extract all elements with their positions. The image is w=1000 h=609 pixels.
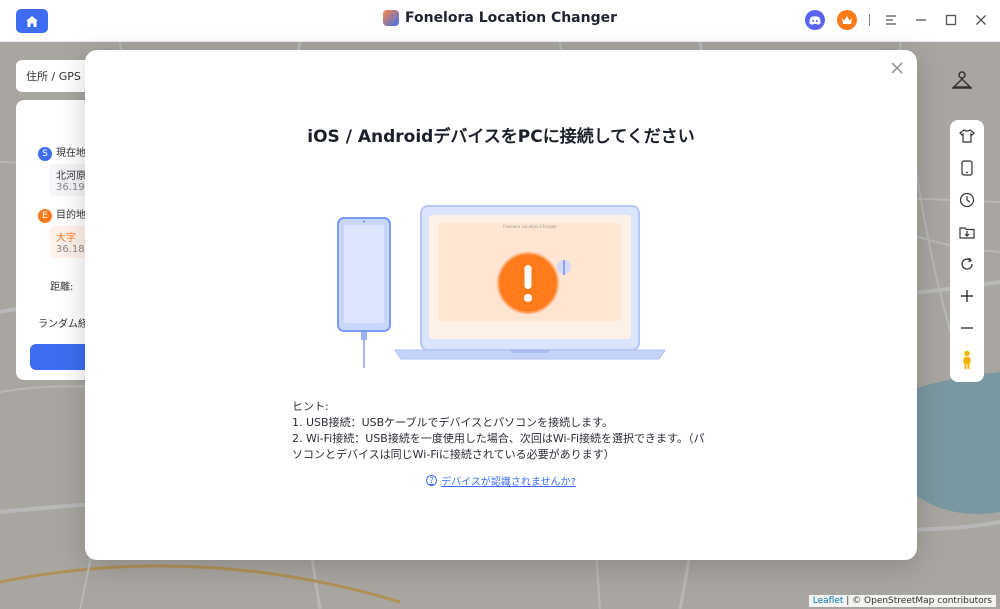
right-toolbar bbox=[950, 120, 984, 382]
title-bar-controls bbox=[805, 10, 990, 30]
import-icon[interactable] bbox=[957, 222, 977, 242]
title-bar: Fonelora Location Changer bbox=[0, 0, 1000, 42]
phone-illustration bbox=[337, 217, 391, 368]
discord-icon[interactable] bbox=[805, 10, 825, 30]
distance-label: 距離: bbox=[50, 282, 74, 293]
connect-device-modal: iOS / AndroidデバイスをPCに接続してください Fonelora L… bbox=[85, 50, 917, 560]
modal-title: iOS / AndroidデバイスをPCに接続してください bbox=[307, 127, 695, 147]
hint-usb: 1. USB接続：USBケーブルでデバイスとパソコンを接続します。 bbox=[292, 416, 614, 429]
maximize-icon[interactable] bbox=[942, 11, 960, 29]
minimize-icon[interactable] bbox=[912, 11, 930, 29]
device-icon[interactable] bbox=[957, 158, 977, 178]
leaflet-link[interactable]: Leaflet bbox=[813, 596, 844, 606]
close-window-icon[interactable] bbox=[972, 11, 990, 29]
history-icon[interactable] bbox=[957, 190, 977, 210]
app-title-text: Fonelora Location Changer bbox=[404, 10, 618, 26]
end-badge: E bbox=[38, 209, 52, 223]
title-bar-divider bbox=[869, 14, 870, 26]
map-attribution: Leaflet | © OpenStreetMap contributors bbox=[808, 595, 996, 607]
start-badge: S bbox=[38, 147, 52, 161]
connection-illustration: Fonelora Location Changer bbox=[337, 205, 666, 368]
dest-place: 大字 bbox=[56, 233, 76, 244]
search-placeholder: 住所 / GPS bbox=[26, 70, 81, 83]
dest-label-text: 目的地 bbox=[56, 210, 86, 221]
hint-wifi: 2. Wi-Fi接続：USB接続を一度使用した場合、次回はWi-Fi接続を選択で… bbox=[292, 432, 705, 461]
random-route-label: ランダム経 bbox=[38, 319, 88, 330]
help-link-text: デバイスが認識されませんか? bbox=[441, 477, 576, 488]
current-location-label: S 現在地 bbox=[38, 144, 86, 161]
device-not-recognized-link[interactable]: ? デバイスが認識されませんか? bbox=[85, 473, 917, 488]
hint-section: ヒント: 1. USB接続：USBケーブルでデバイスとパソコンを接続します。 2… bbox=[292, 399, 712, 463]
user-location-icon[interactable] bbox=[948, 66, 976, 94]
laptop-screen-title: Fonelora Location Changer bbox=[503, 224, 557, 229]
osm-attribution: | © OpenStreetMap contributors bbox=[846, 596, 992, 606]
close-icon[interactable] bbox=[887, 58, 907, 78]
zoom-in-icon[interactable] bbox=[957, 286, 977, 306]
dest-coord: 36.18 bbox=[56, 244, 85, 255]
street-view-pegman-icon[interactable] bbox=[957, 350, 977, 370]
current-place: 北河原 bbox=[56, 171, 86, 182]
hint-heading: ヒント: bbox=[292, 400, 329, 413]
warning-icon bbox=[496, 251, 560, 315]
question-icon: ? bbox=[426, 475, 438, 486]
current-coord: 36.19 bbox=[56, 182, 85, 193]
destination-label: E 目的地 bbox=[38, 206, 86, 223]
menu-icon[interactable] bbox=[882, 11, 900, 29]
skin-icon[interactable] bbox=[957, 126, 977, 146]
app-logo-icon bbox=[382, 10, 399, 26]
zoom-out-icon[interactable] bbox=[957, 318, 977, 338]
crown-icon[interactable] bbox=[837, 10, 857, 30]
current-label-text: 現在地 bbox=[56, 148, 86, 159]
refresh-icon[interactable] bbox=[957, 254, 977, 274]
